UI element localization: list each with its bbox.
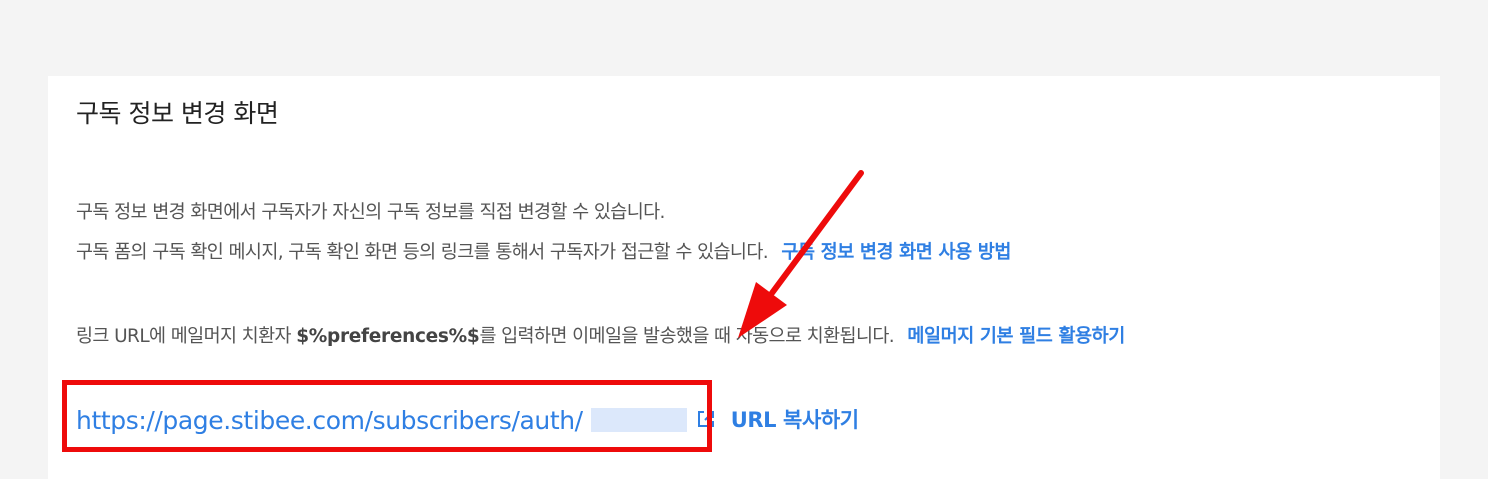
copy-url-button[interactable]: URL 복사하기 <box>731 408 859 432</box>
merge-field-guide-link[interactable]: 메일머지 기본 필드 활용하기 <box>907 326 1125 347</box>
external-link-icon[interactable] <box>695 408 717 430</box>
description-line-1: 구독 정보 변경 화면에서 구독자가 자신의 구독 정보를 직접 변경할 수 있… <box>76 198 665 224</box>
description-text-2: 구독 폼의 구독 확인 메시지, 구독 확인 화면 등의 링크를 통해서 구독자… <box>76 242 769 263</box>
merge-tag-description: 링크 URL에 메일머지 치환자 $%preferences%$를 입력하면 이… <box>76 322 1125 348</box>
external-link-icon-glyph <box>697 411 714 427</box>
subscription-settings-panel: 구독 정보 변경 화면 구독 정보 변경 화면에서 구독자가 자신의 구독 정보… <box>48 76 1440 479</box>
merge-tag-token: $%preferences%$ <box>296 326 480 347</box>
preferences-url-row: https://page.stibee.com/subscribers/auth… <box>76 404 859 435</box>
description-line-2: 구독 폼의 구독 확인 메시지, 구독 확인 화면 등의 링크를 통해서 구독자… <box>76 238 1011 264</box>
redacted-url-segment <box>590 408 687 432</box>
description-text-1: 구독 정보 변경 화면에서 구독자가 자신의 구독 정보를 직접 변경할 수 있… <box>76 202 665 223</box>
section-title: 구독 정보 변경 화면 <box>76 99 279 128</box>
merge-tag-prefix: 링크 URL에 메일머지 치환자 <box>76 326 292 347</box>
merge-tag-suffix: 를 입력하면 이메일을 발송했을 때 자동으로 치환됩니다. <box>479 326 895 347</box>
preferences-url-link[interactable]: https://page.stibee.com/subscribers/auth… <box>76 406 583 435</box>
usage-guide-link[interactable]: 구독 정보 변경 화면 사용 방법 <box>781 242 1011 263</box>
